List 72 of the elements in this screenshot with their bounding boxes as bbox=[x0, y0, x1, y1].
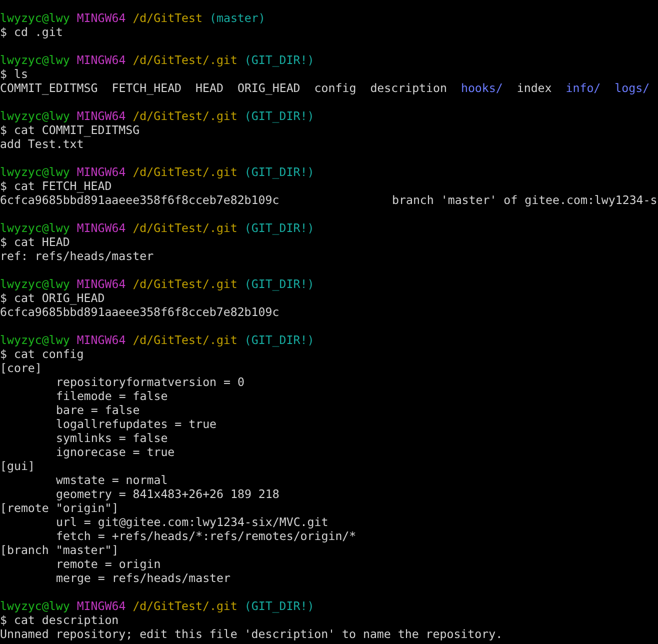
prompt-path: /d/GitTest/.git bbox=[132, 165, 238, 179]
prompt-path: /d/GitTest/.git bbox=[132, 277, 238, 291]
prompt-user: lwyzyc@lwy bbox=[0, 333, 70, 347]
config-entry: merge = refs/heads/master bbox=[56, 571, 231, 585]
config-section-header: [remote "origin"] bbox=[0, 501, 119, 515]
config-entry: geometry = 841x483+26+26 189 218 bbox=[56, 487, 280, 501]
prompt-branch: (GIT_DIR!) bbox=[244, 221, 314, 235]
directory-name: logs/ bbox=[614, 81, 650, 95]
command-line: $ cd .git bbox=[0, 25, 63, 39]
prompt-user: lwyzyc@lwy bbox=[0, 109, 70, 123]
prompt-branch: (GIT_DIR!) bbox=[244, 333, 314, 347]
config-section-header: [gui] bbox=[0, 459, 35, 473]
prompt-branch: (GIT_DIR!) bbox=[244, 53, 314, 67]
prompt-branch: (master) bbox=[210, 11, 266, 25]
config-entry: symlinks = false bbox=[56, 431, 168, 445]
output-line: add Test.txt bbox=[0, 137, 84, 151]
prompt-system: MINGW64 bbox=[76, 599, 126, 613]
prompt-system: MINGW64 bbox=[76, 333, 126, 347]
config-entry: filemode = false bbox=[56, 389, 168, 403]
directory-name: info/ bbox=[566, 81, 601, 95]
prompt-user: lwyzyc@lwy bbox=[0, 599, 70, 613]
prompt-branch: (GIT_DIR!) bbox=[244, 599, 314, 613]
config-entry: ignorecase = true bbox=[56, 445, 175, 459]
config-entry: wmstate = normal bbox=[56, 473, 168, 487]
output-line: 6cfca9685bbd891aaeee358f6f8cceb7e82b109c bbox=[0, 305, 280, 319]
prompt-path: /d/GitTest/.git bbox=[132, 53, 238, 67]
command-line: $ cat FETCH_HEAD bbox=[0, 179, 112, 193]
command-line: $ cat COMMIT_EDITMSG bbox=[0, 123, 140, 137]
file-name: HEAD bbox=[196, 81, 224, 95]
prompt-system: MINGW64 bbox=[76, 165, 126, 179]
prompt-path: /d/GitTest bbox=[132, 11, 202, 25]
prompt-branch: (GIT_DIR!) bbox=[244, 109, 314, 123]
file-name: description bbox=[370, 81, 447, 95]
prompt-path: /d/GitTest/.git bbox=[132, 221, 238, 235]
command-line: $ ls bbox=[0, 67, 28, 81]
prompt-branch: (GIT_DIR!) bbox=[244, 165, 314, 179]
file-name: config bbox=[314, 81, 356, 95]
prompt-user: lwyzyc@lwy bbox=[0, 221, 70, 235]
config-entry: remote = origin bbox=[56, 557, 161, 571]
prompt-user: lwyzyc@lwy bbox=[0, 277, 70, 291]
prompt-path: /d/GitTest/.git bbox=[132, 599, 238, 613]
prompt-system: MINGW64 bbox=[76, 221, 126, 235]
config-entry: logallrefupdates = true bbox=[56, 417, 217, 431]
file-name: index bbox=[516, 81, 552, 95]
config-entry: repositoryformatversion = 0 bbox=[56, 375, 244, 389]
command-line: $ cat description bbox=[0, 613, 119, 627]
config-section-header: [branch "master"] bbox=[0, 543, 119, 557]
command-line: $ cat config bbox=[0, 347, 84, 361]
config-entry: bare = false bbox=[56, 403, 140, 417]
output-line: Unnamed repository; edit this file 'description' to name the repository. bbox=[0, 627, 503, 641]
config-entry: fetch = +refs/heads/*:refs/remotes/origin/* bbox=[56, 529, 356, 543]
config-entry: url = git@gitee.com:lwy1234-six/MVC.git bbox=[56, 515, 328, 529]
prompt-system: MINGW64 bbox=[76, 53, 126, 67]
prompt-user: lwyzyc@lwy bbox=[0, 53, 70, 67]
prompt-user: lwyzyc@lwy bbox=[0, 11, 70, 25]
directory-name: hooks/ bbox=[460, 81, 503, 95]
output-field: 6cfca9685bbd891aaeee358f6f8cceb7e82b109c bbox=[0, 193, 392, 207]
prompt-user: lwyzyc@lwy bbox=[0, 165, 70, 179]
output-field: branch 'master' of gitee.com:lwy1234-s bbox=[392, 193, 658, 207]
config-section-header: [core] bbox=[0, 361, 42, 375]
output-line: ref: refs/heads/master bbox=[0, 249, 154, 263]
file-name: COMMIT_EDITMSG bbox=[0, 81, 98, 95]
command-line: $ cat ORIG_HEAD bbox=[0, 291, 105, 305]
prompt-path: /d/GitTest/.git bbox=[132, 333, 238, 347]
file-name: ORIG_HEAD bbox=[237, 81, 300, 95]
command-line: $ cat HEAD bbox=[0, 235, 70, 249]
prompt-system: MINGW64 bbox=[76, 11, 126, 25]
prompt-system: MINGW64 bbox=[76, 109, 126, 123]
prompt-system: MINGW64 bbox=[76, 277, 126, 291]
prompt-branch: (GIT_DIR!) bbox=[244, 277, 314, 291]
file-name: FETCH_HEAD bbox=[112, 81, 182, 95]
prompt-path: /d/GitTest/.git bbox=[132, 109, 238, 123]
